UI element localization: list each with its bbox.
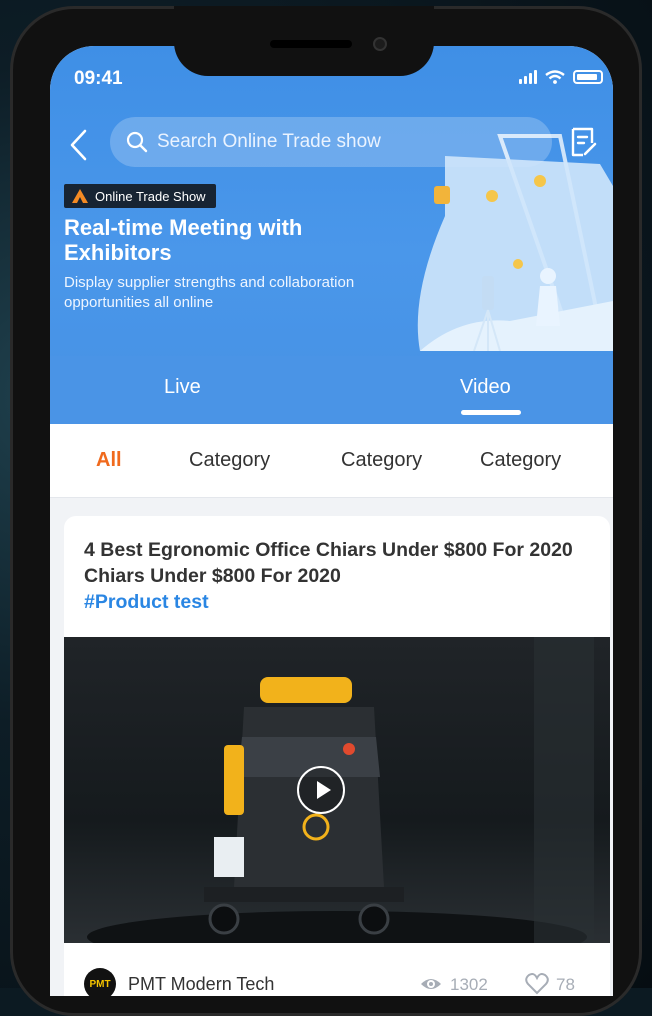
view-count: 1302	[450, 975, 488, 994]
video-card-footer: PMT PMT Modern Tech 1302 78	[64, 943, 610, 996]
active-tab-indicator	[461, 410, 521, 415]
phone-speaker	[270, 40, 352, 48]
wifi-icon	[545, 70, 565, 84]
status-icons	[519, 70, 603, 84]
tab-video[interactable]: Video	[460, 376, 511, 399]
filter-category-2[interactable]: Category	[341, 449, 422, 472]
category-filter-bar: All Category Category Category	[50, 424, 613, 498]
company-name[interactable]: PMT Modern Tech	[128, 974, 274, 995]
back-arrow-icon[interactable]	[66, 128, 94, 162]
hero-subtitle: Display supplier strengths and collabora…	[64, 274, 355, 311]
brand-logo-icon	[72, 189, 88, 203]
eye-icon	[421, 979, 441, 989]
tab-live[interactable]: Live	[164, 376, 201, 399]
search-icon	[126, 131, 148, 153]
front-camera	[373, 37, 387, 51]
filter-category-1[interactable]: Category	[189, 449, 270, 472]
trade-show-badge: Online Trade Show	[64, 184, 216, 208]
trade-show-illustration	[417, 134, 613, 351]
content-tabs: Live Video	[50, 356, 613, 424]
badge-label: Online Trade Show	[95, 188, 206, 204]
company-logo[interactable]: PMT	[84, 968, 116, 996]
signal-icon	[519, 70, 537, 84]
video-hashtag[interactable]: #Product test	[84, 591, 209, 613]
filter-category-3[interactable]: Category	[480, 449, 561, 472]
video-title[interactable]: 4 Best Egronomic Office Chiars Under $80…	[84, 537, 584, 615]
filter-all[interactable]: All	[96, 449, 122, 472]
video-thumbnail[interactable]	[64, 637, 610, 963]
heart-icon[interactable]	[525, 973, 549, 995]
play-icon[interactable]	[297, 766, 345, 814]
status-time: 09:41	[74, 68, 123, 89]
search-placeholder: Search Online Trade show	[157, 131, 381, 152]
hero-title: Real-time Meeting with Exhibitors	[64, 215, 303, 265]
video-title-text: 4 Best Egronomic Office Chiars Under $80…	[84, 539, 573, 587]
battery-icon	[573, 70, 603, 84]
app-screen: 09:41 Search Online Trade show Online Tr…	[50, 46, 613, 996]
like-count: 78	[556, 975, 575, 994]
video-card[interactable]: 4 Best Egronomic Office Chiars Under $80…	[64, 516, 610, 996]
